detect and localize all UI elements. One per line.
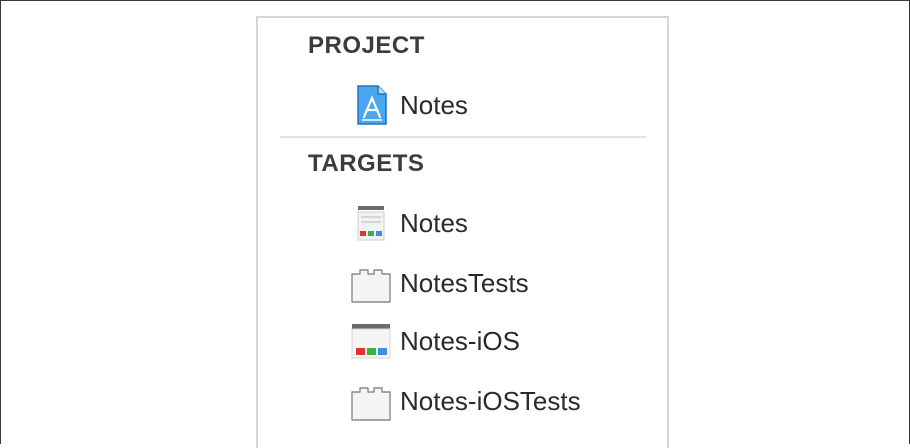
mac-app-target-icon bbox=[357, 206, 385, 241]
ios-app-target-icon bbox=[351, 324, 391, 359]
test-bundle-icon bbox=[351, 387, 391, 421]
target-item-label: NotesTests bbox=[400, 267, 529, 298]
xcode-project-icon bbox=[357, 85, 387, 125]
target-item-notes[interactable]: Notes bbox=[350, 200, 468, 246]
project-item-label: Notes bbox=[400, 89, 468, 120]
project-item-notes[interactable]: Notes bbox=[350, 82, 468, 128]
test-bundle-icon bbox=[351, 269, 391, 303]
target-item-notes-iostests[interactable]: Notes-iOSTests bbox=[350, 378, 581, 424]
target-item-notestests[interactable]: NotesTests bbox=[350, 260, 529, 306]
project-section-header: PROJECT bbox=[308, 32, 425, 59]
project-target-list: PROJECT Notes TARGETS Notes NotesTests N… bbox=[256, 16, 669, 448]
section-divider bbox=[280, 136, 646, 138]
targets-section-header: TARGETS bbox=[308, 150, 425, 177]
target-item-label: Notes bbox=[400, 207, 468, 238]
target-item-label: Notes-iOSTests bbox=[400, 385, 581, 416]
target-item-label: Notes-iOS bbox=[400, 325, 520, 356]
target-item-notes-ios[interactable]: Notes-iOS bbox=[350, 318, 520, 364]
